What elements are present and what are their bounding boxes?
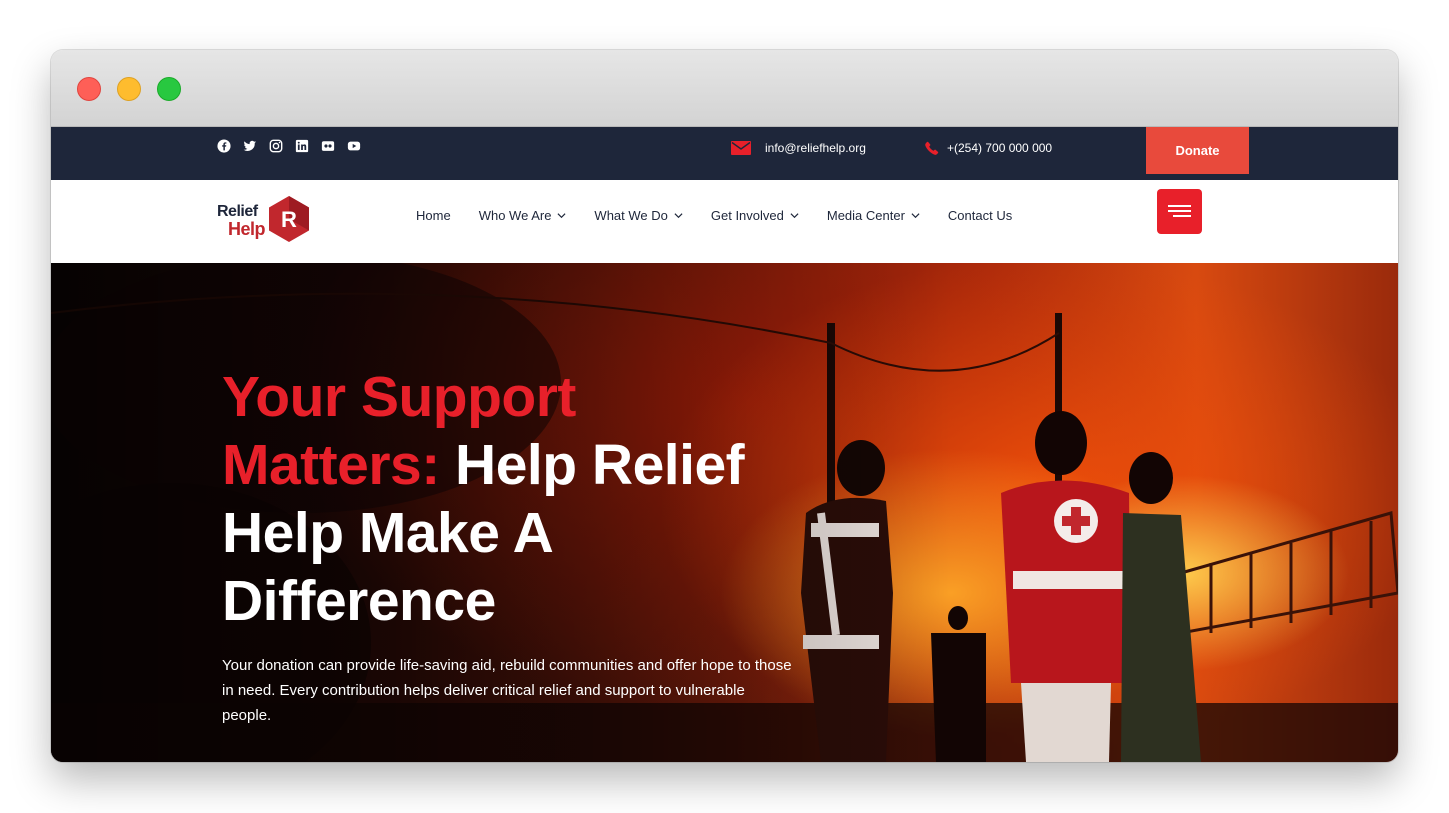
nav-item-get-involved[interactable]: Get Involved (711, 208, 799, 223)
contact-email-text: info@reliefhelp.org (765, 141, 866, 155)
nav-menu: Home Who We Are What We Do Get Involved … (416, 208, 1040, 223)
facebook-icon[interactable] (217, 139, 231, 153)
mail-icon (731, 141, 751, 155)
nav-item-who-we-are[interactable]: Who We Are (479, 208, 567, 223)
nav-item-label: Who We Are (478, 208, 552, 223)
browser-window: info@reliefhelp.org +(254) 700 000 000 D… (51, 50, 1398, 762)
donate-button[interactable]: Donate (1146, 127, 1249, 174)
nav-item-label: What We Do (594, 208, 668, 223)
minimize-window-button[interactable] (117, 77, 141, 101)
contact-phone[interactable]: +(254) 700 000 000 (925, 141, 1052, 155)
chevron-down-icon (790, 213, 799, 219)
nav-item-label: Get Involved (710, 208, 784, 223)
social-links (217, 139, 361, 153)
phone-icon (925, 141, 939, 155)
nav-item-media-center[interactable]: Media Center (827, 208, 920, 223)
logo-text-help: Help (228, 219, 266, 239)
nav-item-label: Media Center (826, 208, 905, 223)
logo-hexagon-mark: R (269, 196, 309, 242)
nav-item-home[interactable]: Home (416, 208, 451, 223)
menu-toggle-button[interactable] (1157, 189, 1202, 234)
linkedin-icon[interactable] (295, 139, 309, 153)
contact-email[interactable]: info@reliefhelp.org (731, 141, 866, 155)
menu-icon-line (1173, 215, 1191, 217)
chevron-down-icon (911, 213, 920, 219)
nav-item-what-we-do[interactable]: What We Do (594, 208, 683, 223)
nav-item-contact-us[interactable]: Contact Us (948, 208, 1012, 223)
contact-phone-text: +(254) 700 000 000 (947, 141, 1053, 155)
hero-headline: Your Support Matters: Help Relief Help M… (222, 363, 782, 635)
window-titlebar (51, 50, 1398, 127)
hero-banner: Your Support Matters: Help Relief Help M… (51, 263, 1398, 762)
twitter-icon[interactable] (243, 139, 257, 153)
close-window-button[interactable] (77, 77, 101, 101)
instagram-icon[interactable] (269, 139, 283, 153)
site-logo[interactable]: Relief Help R (217, 195, 317, 245)
nav-item-label: Contact Us (947, 208, 1013, 223)
nav-item-label: Home (416, 208, 451, 223)
menu-icon-line (1168, 205, 1191, 207)
main-navbar: Relief Help R Home Who We Are What We Do… (51, 180, 1398, 263)
hero-description: Your donation can provide life-saving ai… (222, 657, 792, 724)
youtube-icon[interactable] (347, 139, 361, 153)
logo-mark-letter: R (281, 207, 297, 232)
chevron-down-icon (674, 213, 683, 219)
chevron-down-icon (557, 213, 566, 219)
flickr-icon[interactable] (321, 139, 335, 153)
top-contact-bar: info@reliefhelp.org +(254) 700 000 000 D… (51, 127, 1398, 180)
maximize-window-button[interactable] (157, 77, 181, 101)
menu-icon-line (1168, 210, 1191, 212)
